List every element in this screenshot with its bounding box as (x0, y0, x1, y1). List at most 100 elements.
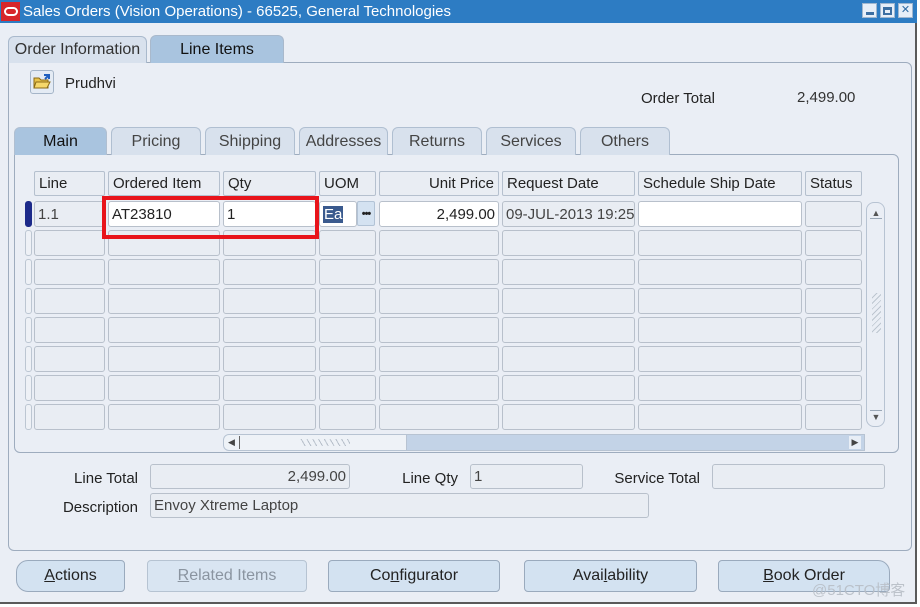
unit-price-cell[interactable] (379, 259, 499, 285)
ordered-item-cell[interactable] (108, 317, 220, 343)
folder-button[interactable] (30, 70, 54, 94)
tab-addresses[interactable]: Addresses (299, 127, 388, 155)
uom-cell[interactable] (319, 230, 376, 256)
uom-cell[interactable] (319, 346, 376, 372)
schedule-ship-date-cell[interactable] (638, 288, 802, 314)
row-indicator[interactable] (25, 259, 32, 285)
request-date-cell[interactable] (502, 375, 635, 401)
uom-cell[interactable] (319, 288, 376, 314)
ordered-item-cell[interactable] (108, 230, 220, 256)
line-cell[interactable] (34, 317, 105, 343)
schedule-ship-date-cell[interactable] (638, 375, 802, 401)
schedule-ship-date-cell[interactable] (638, 317, 802, 343)
status-cell[interactable] (805, 288, 862, 314)
row-indicator[interactable] (25, 404, 32, 430)
line-cell[interactable] (34, 404, 105, 430)
scroll-up-icon[interactable]: ▲ (870, 207, 882, 219)
line-cell[interactable] (34, 346, 105, 372)
service-total-field[interactable] (712, 464, 885, 489)
scroll-left-icon[interactable]: ◀ (228, 436, 240, 449)
ordered-item-cell[interactable] (108, 346, 220, 372)
line-total-field[interactable]: 2,499.00 (150, 464, 350, 489)
status-cell[interactable] (805, 259, 862, 285)
tab-returns[interactable]: Returns (392, 127, 482, 155)
line-cell[interactable] (34, 230, 105, 256)
configurator-button[interactable]: Co n figurator (328, 560, 500, 592)
horizontal-scroll-thumb[interactable] (224, 435, 407, 450)
row-indicator[interactable] (25, 230, 32, 256)
ordered-item-cell[interactable] (108, 404, 220, 430)
qty-cell[interactable] (223, 375, 316, 401)
unit-price-cell[interactable] (379, 230, 499, 256)
row-indicator[interactable] (25, 288, 32, 314)
schedule-ship-date-input[interactable] (638, 201, 802, 227)
unit-price-cell[interactable] (379, 404, 499, 430)
qty-cell[interactable] (223, 317, 316, 343)
actions-button[interactable]: Actions (16, 560, 125, 592)
row-indicator[interactable] (25, 317, 32, 343)
related-items-button[interactable]: Related Items (147, 560, 307, 592)
availability-button[interactable]: Avai l ability (524, 560, 697, 592)
ordered-item-cell[interactable] (108, 375, 220, 401)
description-field[interactable]: Envoy Xtreme Laptop (150, 493, 649, 518)
current-row-indicator[interactable] (25, 201, 32, 227)
row-indicator[interactable] (25, 375, 32, 401)
status-cell[interactable] (805, 230, 862, 256)
unit-price-cell[interactable] (379, 375, 499, 401)
qty-cell[interactable] (223, 346, 316, 372)
maximize-button[interactable] (880, 3, 895, 18)
tab-others[interactable]: Others (580, 127, 670, 155)
unit-price-cell[interactable] (379, 346, 499, 372)
uom-cell[interactable] (319, 375, 376, 401)
schedule-ship-date-cell[interactable] (638, 404, 802, 430)
close-button[interactable]: ✕ (898, 3, 913, 18)
row-indicator[interactable] (25, 346, 32, 372)
line-cell[interactable] (34, 288, 105, 314)
request-date-input[interactable]: 09-JUL-2013 19:25 (502, 201, 635, 227)
tab-line-items[interactable]: Line Items (150, 35, 284, 63)
qty-cell[interactable] (223, 230, 316, 256)
status-cell[interactable] (805, 346, 862, 372)
line-qty-field[interactable]: 1 (470, 464, 583, 489)
unit-price-input[interactable]: 2,499.00 (379, 201, 499, 227)
schedule-ship-date-cell[interactable] (638, 259, 802, 285)
scroll-down-icon[interactable]: ▼ (870, 410, 882, 422)
uom-input[interactable]: Ea (319, 201, 357, 227)
unit-price-cell[interactable] (379, 317, 499, 343)
scroll-right-icon[interactable]: ▶ (849, 436, 861, 449)
tab-order-information[interactable]: Order Information (8, 36, 147, 63)
line-cell[interactable] (34, 259, 105, 285)
request-date-cell[interactable] (502, 346, 635, 372)
uom-cell[interactable] (319, 317, 376, 343)
unit-price-cell[interactable] (379, 288, 499, 314)
status-cell[interactable] (805, 375, 862, 401)
uom-cell[interactable] (319, 259, 376, 285)
tab-main[interactable]: Main (14, 127, 107, 155)
status-cell[interactable] (805, 404, 862, 430)
schedule-ship-date-cell[interactable] (638, 346, 802, 372)
request-date-cell[interactable] (502, 404, 635, 430)
qty-cell[interactable] (223, 288, 316, 314)
request-date-cell[interactable] (502, 288, 635, 314)
ordered-item-input[interactable]: AT23810 (108, 201, 220, 227)
qty-cell[interactable] (223, 259, 316, 285)
tab-services[interactable]: Services (486, 127, 576, 155)
uom-lov-button[interactable]: ••• (357, 201, 375, 226)
schedule-ship-date-cell[interactable] (638, 230, 802, 256)
line-number-cell[interactable]: 1.1 (34, 201, 105, 227)
qty-cell[interactable] (223, 404, 316, 430)
request-date-cell[interactable] (502, 317, 635, 343)
minimize-button[interactable] (862, 3, 877, 18)
uom-cell[interactable] (319, 404, 376, 430)
tab-pricing[interactable]: Pricing (111, 127, 201, 155)
tab-shipping[interactable]: Shipping (205, 127, 295, 155)
request-date-cell[interactable] (502, 230, 635, 256)
horizontal-scrollbar[interactable]: ◀ ▶ (223, 434, 865, 451)
line-cell[interactable] (34, 375, 105, 401)
ordered-item-cell[interactable] (108, 288, 220, 314)
status-cell[interactable] (805, 317, 862, 343)
vertical-scrollbar[interactable]: ▲ ▼ (866, 202, 885, 427)
ordered-item-cell[interactable] (108, 259, 220, 285)
request-date-cell[interactable] (502, 259, 635, 285)
qty-input[interactable]: 1 (223, 201, 316, 227)
